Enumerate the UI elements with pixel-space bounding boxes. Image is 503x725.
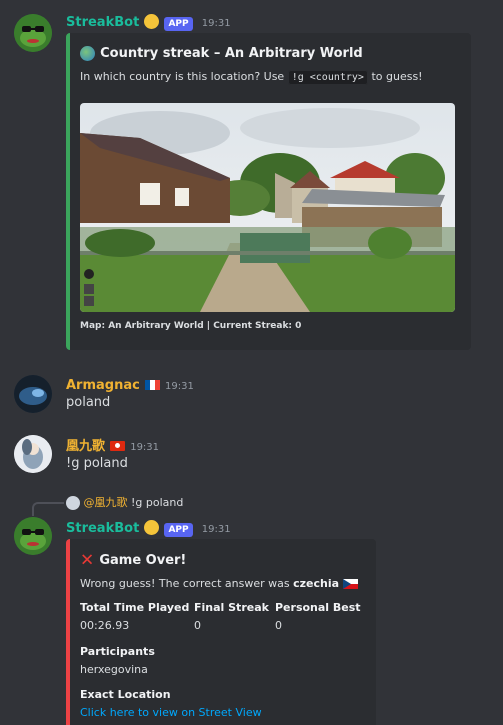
embed-accent-bar xyxy=(66,33,70,350)
inline-code: !g <country> xyxy=(287,70,368,85)
embed-description: In which country is this location? Use !… xyxy=(80,70,423,85)
message-header: Armagnac 19:31 xyxy=(66,374,194,393)
street-view-image[interactable] xyxy=(80,103,455,312)
reply-connector xyxy=(32,502,64,516)
message-header: StreakBot APP 19:31 xyxy=(66,517,231,537)
username[interactable]: Armagnac xyxy=(66,378,140,393)
flag-fr-icon xyxy=(144,379,160,390)
embed-description: Wrong guess! The correct answer was czec… xyxy=(80,577,358,590)
field-personal-best: Personal Best 0 xyxy=(275,601,361,632)
field-total-time: Total Time Played 00:26.93 xyxy=(80,601,190,632)
embed-footer: Map: An Arbitrary World | Current Streak… xyxy=(80,321,302,331)
avatar-streakbot[interactable] xyxy=(14,517,52,555)
answer: czechia xyxy=(293,577,340,590)
message-text: !g poland xyxy=(66,456,128,471)
timestamp[interactable]: 19:31 xyxy=(202,524,231,535)
avatar-user[interactable] xyxy=(14,435,52,473)
timestamp[interactable]: 19:31 xyxy=(130,442,159,453)
flag-hk-icon xyxy=(110,440,126,451)
street-view-link[interactable]: Click here to view on Street View xyxy=(80,706,262,719)
app-badge: APP xyxy=(164,17,193,31)
embed-title-row: ✕ Game Over! xyxy=(80,550,186,571)
thinking-emoji-icon xyxy=(144,520,160,535)
embed-title: Country streak – An Arbitrary World xyxy=(100,46,363,61)
reply-text: !g poland xyxy=(131,496,184,509)
field-final-streak: Final Streak 0 xyxy=(194,601,269,632)
embed-country-streak: Country streak – An Arbitrary World In w… xyxy=(66,33,471,350)
embed-accent-bar xyxy=(66,539,70,725)
timestamp[interactable]: 19:31 xyxy=(165,381,194,392)
reply-avatar xyxy=(66,496,80,510)
avatar-streakbot[interactable] xyxy=(14,14,52,52)
app-badge: APP xyxy=(164,523,193,537)
red-x-icon: ✕ xyxy=(80,550,95,571)
field-exact-location: Exact Location Click here to view on Str… xyxy=(80,688,262,719)
message-header: 凰九歌 19:31 xyxy=(66,435,159,454)
username[interactable]: StreakBot xyxy=(66,521,139,536)
globe-icon xyxy=(80,46,95,61)
flag-cz-icon xyxy=(342,579,358,589)
embed-game-over: ✕ Game Over! Wrong guess! The correct an… xyxy=(66,539,376,725)
username[interactable]: StreakBot xyxy=(66,15,139,30)
thinking-emoji-icon xyxy=(144,14,160,29)
avatar-armagnac[interactable] xyxy=(14,375,52,413)
message-text: poland xyxy=(66,395,111,410)
reply-username[interactable]: @凰九歌 xyxy=(84,496,128,509)
reply-preview[interactable]: @凰九歌 !g poland xyxy=(66,494,183,510)
embed-title-row: Country streak – An Arbitrary World xyxy=(80,43,363,62)
username[interactable]: 凰九歌 xyxy=(66,439,105,454)
embed-title: Game Over! xyxy=(99,553,187,568)
timestamp[interactable]: 19:31 xyxy=(202,18,231,29)
message-header: StreakBot APP 19:31 xyxy=(66,11,231,31)
field-participants: Participants herxegovina xyxy=(80,645,155,676)
